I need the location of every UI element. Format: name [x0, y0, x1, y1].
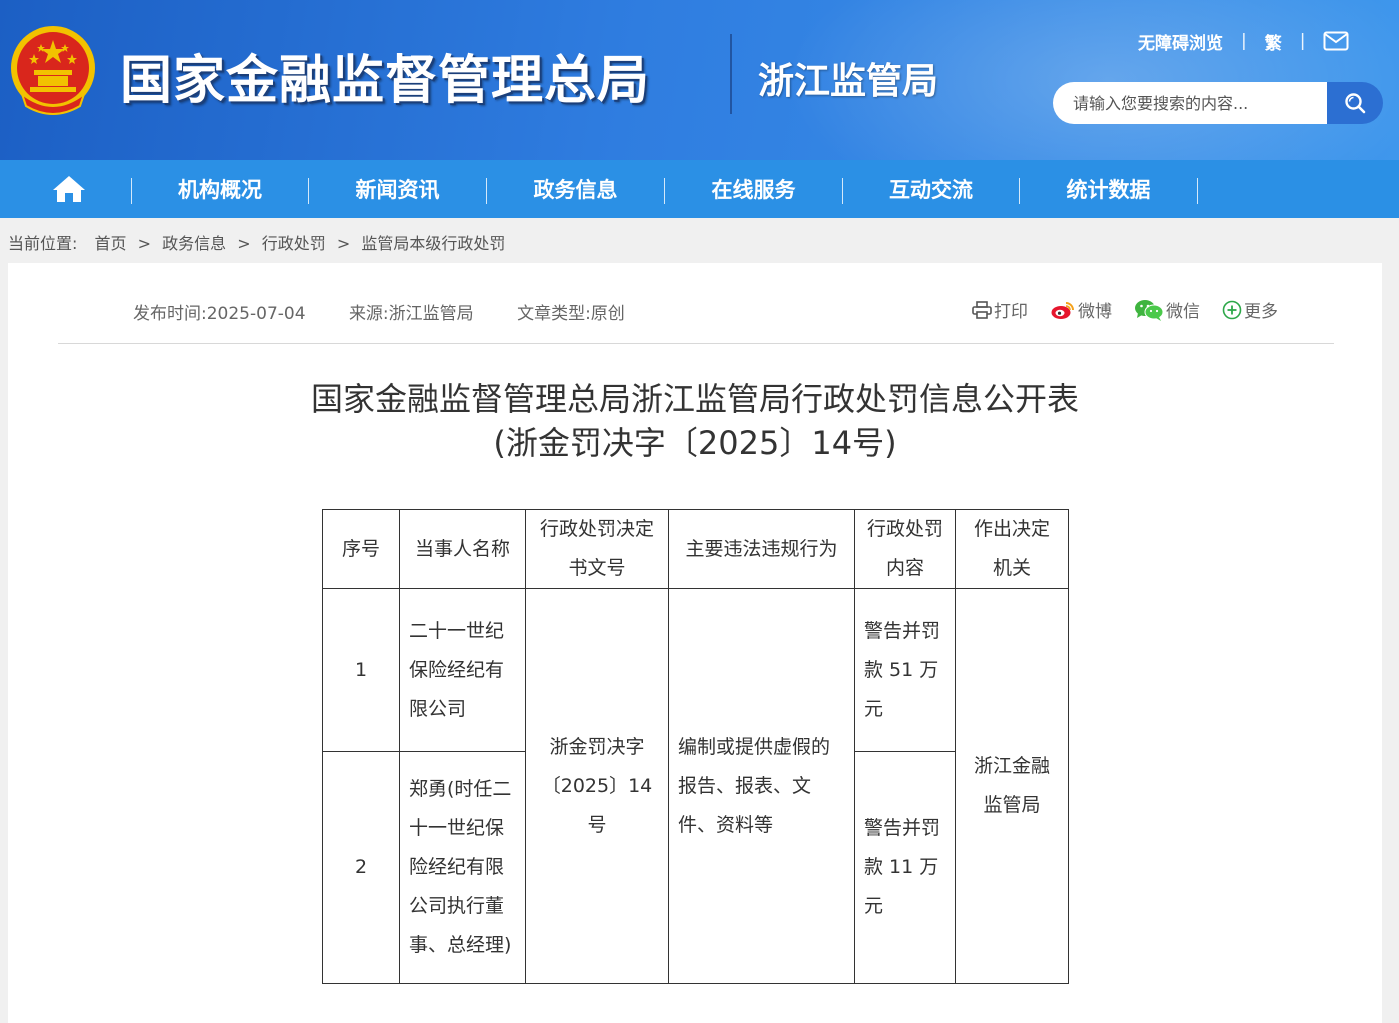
search-button[interactable] — [1327, 82, 1383, 124]
traditional-chinese-link[interactable]: 繁 — [1265, 29, 1282, 54]
article-meta: 发布时间:2025-07-04 来源:浙江监管局 文章类型:原创 — [133, 299, 663, 324]
wechat-icon — [1135, 299, 1164, 321]
article-content: 发布时间:2025-07-04 来源:浙江监管局 文章类型:原创 打印 微博 微… — [8, 263, 1382, 1023]
meta-divider — [58, 343, 1334, 344]
search-box — [1053, 82, 1383, 124]
mail-icon[interactable] — [1323, 31, 1349, 51]
row-number-cell: 2 — [322, 751, 400, 984]
share-bar: 打印 微博 微信 更多 — [972, 297, 1278, 322]
header-cell: 行政处罚决定书文号 — [525, 509, 669, 589]
nav-item-news[interactable]: 新闻资讯 — [309, 160, 486, 218]
breadcrumb-home[interactable]: 首页 — [95, 234, 127, 253]
top-link-separator: | — [1299, 31, 1306, 51]
print-button[interactable]: 打印 — [972, 297, 1028, 322]
printer-icon — [972, 300, 992, 319]
breadcrumb-government-info[interactable]: 政务信息 — [162, 234, 226, 253]
header-cell: 序号 — [322, 509, 400, 589]
nav-item-statistics[interactable]: 统计数据 — [1020, 160, 1197, 218]
title-divider — [730, 34, 732, 114]
more-share-button[interactable]: 更多 — [1222, 297, 1278, 322]
nav-item-organization[interactable]: 机构概况 — [132, 160, 308, 218]
header-cell: 主要违法违规行为 — [668, 509, 855, 589]
breadcrumb: 当前位置: 首页 > 政务信息 > 行政处罚 > 监管局本级行政处罚 — [8, 234, 506, 253]
weibo-share-button[interactable]: 微博 — [1050, 297, 1112, 322]
breadcrumb-label: 当前位置: — [8, 234, 78, 253]
nav-item-interaction[interactable]: 互动交流 — [843, 160, 1019, 218]
article-type: 文章类型:原创 — [517, 304, 625, 324]
breadcrumb-administrative-penalty[interactable]: 行政处罚 — [262, 234, 326, 253]
party-name-cell: 郑勇(时任二十一世纪保险经纪有限公司执行董事、总经理) — [399, 751, 526, 984]
article-source: 来源:浙江监管局 — [348, 304, 474, 324]
search-icon — [1345, 93, 1366, 114]
publish-time: 发布时间:2025-07-04 — [133, 304, 306, 324]
header-cell: 当事人名称 — [399, 509, 526, 589]
document-title-line1: 国家金融监督管理总局浙江监管局行政处罚信息公开表 — [310, 380, 1079, 418]
top-links: 无障碍浏览 | 繁 | — [1138, 29, 1349, 54]
wechat-share-button[interactable]: 微信 — [1134, 297, 1200, 322]
search-input[interactable] — [1053, 82, 1331, 124]
penalty-content-cell: 警告并罚款 51 万元 — [854, 588, 956, 752]
plus-circle-icon — [1222, 300, 1242, 319]
nav-separator — [1197, 178, 1198, 204]
penalty-table: 序号 当事人名称 行政处罚决定书文号 主要违法违规行为 行政处罚内容 作出决定机… — [322, 509, 1069, 984]
home-icon — [53, 176, 85, 202]
national-emblem-icon[interactable] — [8, 24, 98, 118]
party-name-cell: 二十一世纪保险经纪有限公司 — [399, 588, 526, 752]
penalty-content-cell: 警告并罚款 11 万元 — [854, 751, 956, 984]
table-header-row: 序号 当事人名称 行政处罚决定书文号 主要违法违规行为 行政处罚内容 作出决定机… — [322, 509, 1069, 589]
document-title-line2: (浙金罚决字〔2025〕14号) — [493, 424, 897, 462]
header-cell: 作出决定机关 — [955, 509, 1069, 589]
table-row: 1 二十一世纪保险经纪有限公司 浙金罚决字〔2025〕14号 编制或提供虚假的报… — [322, 588, 1069, 984]
top-link-separator: | — [1241, 31, 1247, 51]
accessibility-link[interactable]: 无障碍浏览 — [1138, 29, 1223, 54]
weibo-icon — [1051, 301, 1074, 319]
site-header: 国家金融监督管理总局 浙江监管局 无障碍浏览 | 繁 | — [0, 0, 1399, 160]
breadcrumb-current[interactable]: 监管局本级行政处罚 — [361, 234, 505, 253]
site-title[interactable]: 国家金融监督管理总局 — [120, 38, 650, 113]
nav-item-online-services[interactable]: 在线服务 — [665, 160, 842, 218]
sub-title[interactable]: 浙江监管局 — [758, 52, 938, 104]
document-title: 国家金融监督管理总局浙江监管局行政处罚信息公开表 (浙金罚决字〔2025〕14号… — [8, 377, 1382, 465]
authority-cell: 浙江金融监管局 — [955, 588, 1069, 984]
header-cell: 行政处罚内容 — [854, 509, 956, 589]
row-number-cell: 1 — [322, 588, 400, 752]
nav-item-government-info[interactable]: 政务信息 — [487, 160, 664, 218]
nav-home[interactable] — [40, 160, 98, 218]
main-nav: 机构概况 新闻资讯 政务信息 在线服务 互动交流 统计数据 — [0, 160, 1399, 218]
violation-cell: 编制或提供虚假的报告、报表、文件、资料等 — [668, 588, 855, 984]
decision-number-cell: 浙金罚决字〔2025〕14号 — [525, 588, 669, 984]
